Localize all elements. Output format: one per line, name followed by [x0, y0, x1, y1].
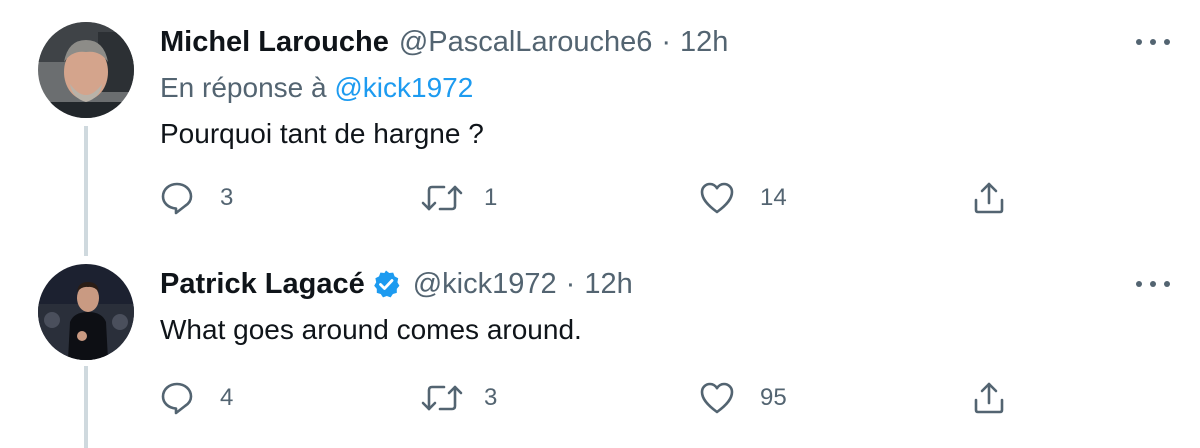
retweet-button[interactable]: 1 — [420, 178, 497, 218]
reply-count: 4 — [220, 384, 234, 411]
avatar[interactable] — [38, 264, 134, 360]
reply-count: 3 — [220, 184, 234, 211]
retweet-arrows-icon — [421, 385, 463, 411]
like-count: 14 — [760, 184, 787, 211]
speech-bubble-icon — [161, 382, 193, 415]
tweet[interactable]: Patrick Lagacé @kick1972 · 12h What goes… — [0, 256, 1200, 448]
reply-context: En réponse à @kick1972 — [160, 72, 473, 104]
heart-icon — [700, 182, 734, 214]
separator-dot: · — [565, 267, 576, 300]
more-dot — [1136, 281, 1142, 287]
tweet-text: Pourquoi tant de hargne ? — [160, 118, 484, 149]
separator-dot: · — [661, 25, 672, 58]
reply-prefix: En réponse à — [160, 72, 327, 103]
author-handle[interactable]: @kick1972 — [413, 268, 557, 301]
heart-icon — [700, 382, 734, 414]
tweet-header: Patrick Lagacé @kick1972 · 12h — [160, 264, 633, 304]
tweet[interactable]: Michel Larouche @PascalLarouche6 · 12h E… — [0, 0, 1200, 240]
more-dot — [1150, 281, 1156, 287]
reply-button[interactable]: 3 — [158, 178, 233, 218]
share-button[interactable] — [970, 378, 1008, 418]
verified-badge-icon — [371, 269, 401, 299]
retweet-count: 1 — [484, 184, 498, 211]
share-upload-icon — [974, 382, 1004, 414]
more-dot — [1136, 39, 1142, 45]
avatar[interactable] — [38, 22, 134, 118]
more-options-button[interactable] — [1136, 274, 1170, 294]
reply-to-mention[interactable]: @kick1972 — [334, 72, 473, 103]
tweet-header: Michel Larouche @PascalLarouche6 · 12h — [160, 22, 728, 62]
retweet-count: 3 — [484, 384, 498, 411]
author-name[interactable]: Michel Larouche — [160, 26, 389, 59]
timestamp[interactable]: 12h — [680, 26, 728, 59]
author-handle[interactable]: @PascalLarouche6 — [399, 26, 653, 59]
timestamp[interactable]: 12h — [584, 268, 632, 301]
retweet-button[interactable]: 3 — [420, 378, 497, 418]
more-dot — [1150, 39, 1156, 45]
speech-bubble-icon — [161, 182, 193, 215]
tweet-actions: 4 3 95 — [158, 378, 1018, 418]
like-button[interactable]: 14 — [698, 178, 787, 218]
more-dot — [1164, 281, 1170, 287]
share-upload-icon — [974, 182, 1004, 214]
reply-button[interactable]: 4 — [158, 378, 233, 418]
tweet-text: What goes around comes around. — [160, 314, 582, 345]
tweet-actions: 3 1 14 — [158, 178, 1018, 218]
like-button[interactable]: 95 — [698, 378, 787, 418]
author-name[interactable]: Patrick Lagacé — [160, 268, 365, 301]
more-options-button[interactable] — [1136, 32, 1170, 52]
more-dot — [1164, 39, 1170, 45]
retweet-arrows-icon — [421, 185, 463, 211]
like-count: 95 — [760, 384, 787, 411]
share-button[interactable] — [970, 178, 1008, 218]
